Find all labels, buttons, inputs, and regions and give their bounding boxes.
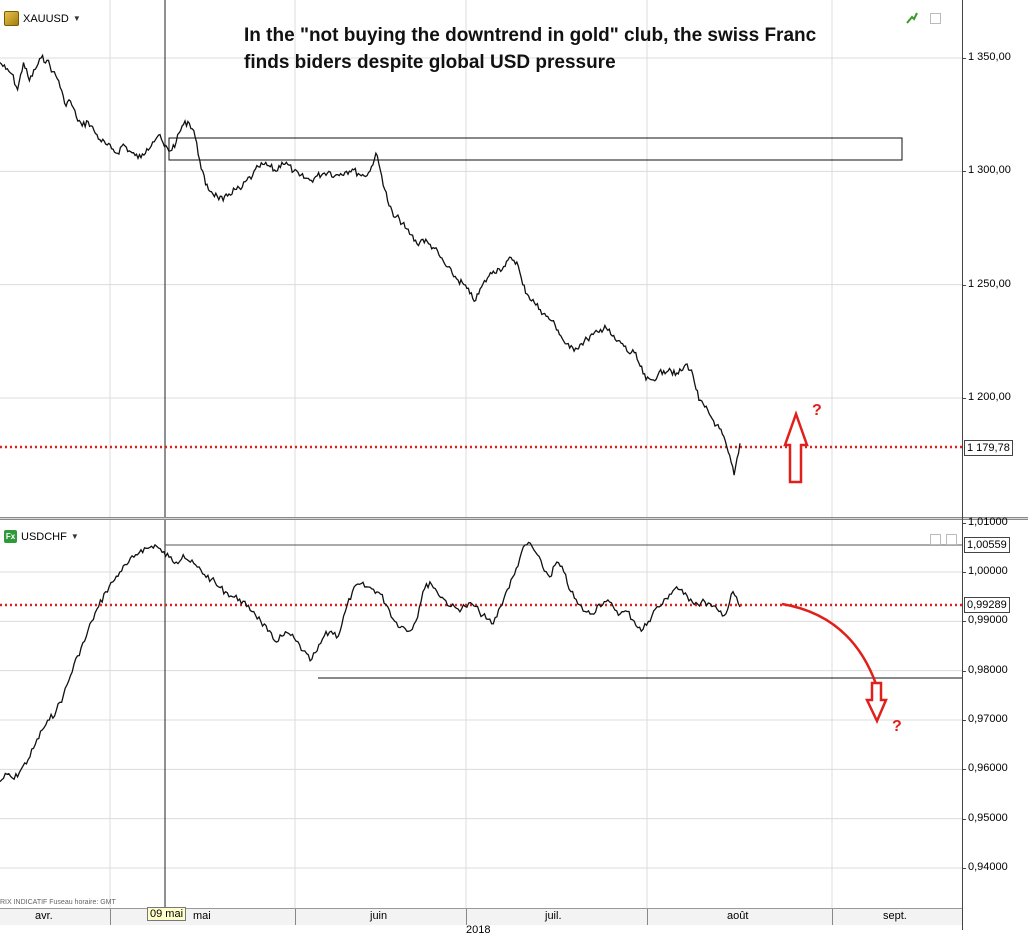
xauusd-price-line (0, 53, 741, 476)
crosshair-date-label: 09 mai (147, 907, 187, 921)
xauusd-axis-label: 1 350,00 (968, 51, 1011, 63)
month-label: mai (193, 910, 211, 922)
chart-window: XAUUSD ▼ In the "not buying the downtren… (0, 0, 1028, 936)
axis-tick (962, 818, 966, 820)
top-horizontal-grid (0, 57, 962, 399)
chevron-down-icon[interactable]: ▼ (73, 14, 81, 23)
usdchf-axis-label: 0,98000 (968, 663, 1008, 676)
gold-bar-icon (4, 11, 19, 26)
axis-tick (962, 522, 966, 524)
usdchf-question-mark: ? (892, 718, 902, 735)
usdchf-axis-label: 0,95000 (968, 811, 1008, 824)
month-separator (295, 909, 296, 925)
resistance-box (168, 137, 903, 161)
axis-tick (962, 670, 966, 672)
usdchf-axis-label: 0,97000 (968, 713, 1008, 725)
fx-icon: Fx (4, 530, 17, 543)
month-label: sept. (883, 910, 907, 922)
axis-tick (962, 58, 966, 59)
trend-tool-icon[interactable] (906, 12, 918, 24)
year-label: 2018 (466, 924, 491, 936)
usdchf-axis-label: 1,00000 (968, 565, 1008, 577)
usdchf-high-price-tag: 1,00559 (964, 537, 1010, 553)
month-separator (832, 909, 833, 925)
xauusd-axis-label: 1 250,00 (968, 277, 1011, 290)
vertical-grid (109, 0, 833, 908)
chart-annotation-text: In the "not buying the downtrend in gold… (244, 22, 884, 76)
axis-tick (962, 572, 966, 573)
price-axis-border (962, 0, 963, 930)
headline-line-2: finds biders despite global USD pressure (244, 52, 616, 73)
axis-tick (962, 284, 966, 286)
panel-separator[interactable] (0, 517, 1028, 520)
window-icon[interactable] (930, 13, 941, 24)
axis-tick (962, 769, 966, 771)
usdchf-axis-label: 0,96000 (968, 762, 1008, 775)
usdchf-axis-label: 1,01000 (968, 515, 1008, 528)
month-separator (110, 909, 111, 925)
axis-tick (962, 720, 966, 721)
xauusd-axis-label: 1 200,00 (968, 391, 1011, 403)
headline-line-1: In the "not buying the downtrend in gold… (244, 25, 817, 46)
xauusd-axis-label: 1 300,00 (968, 164, 1011, 177)
usdchf-price-line (0, 541, 741, 783)
month-separator (466, 909, 467, 925)
gold-question-mark: ? (812, 402, 822, 419)
xauusd-symbol-label: XAUUSD (23, 12, 69, 25)
footer-note: RIX INDICATIF Fuseau horaire: GMT (0, 899, 116, 906)
window-icon[interactable] (930, 534, 941, 545)
axis-tick (962, 171, 966, 173)
usdchf-last-price-tag: 0,99289 (964, 597, 1010, 613)
axis-tick (962, 868, 966, 869)
axis-tick (962, 398, 966, 399)
month-label: juin (370, 910, 388, 922)
curved-arrow (781, 602, 878, 685)
chevron-down-icon[interactable]: ▼ (71, 532, 79, 541)
month-label: avr. (35, 910, 53, 922)
usdchf-symbol-selector[interactable]: Fx USDCHF ▼ (4, 530, 79, 543)
date-axis: avr. mai juin juil. août sept. (0, 908, 962, 925)
up-arrow (783, 410, 809, 484)
xauusd-last-price-tag: 1 179,78 (964, 440, 1013, 456)
down-arrow-head (865, 681, 888, 725)
month-label: août (727, 910, 749, 922)
usdchf-axis-label: 0,99000 (968, 614, 1008, 627)
usdchf-axis-label: 0,94000 (968, 861, 1008, 873)
xauusd-symbol-selector[interactable]: XAUUSD ▼ (4, 11, 81, 26)
restore-icon[interactable] (946, 534, 957, 545)
month-separator (647, 909, 648, 925)
chart-canvas (0, 0, 962, 908)
month-label: juil. (545, 910, 562, 922)
axis-tick (962, 621, 966, 623)
usdchf-symbol-label: USDCHF (21, 530, 67, 543)
